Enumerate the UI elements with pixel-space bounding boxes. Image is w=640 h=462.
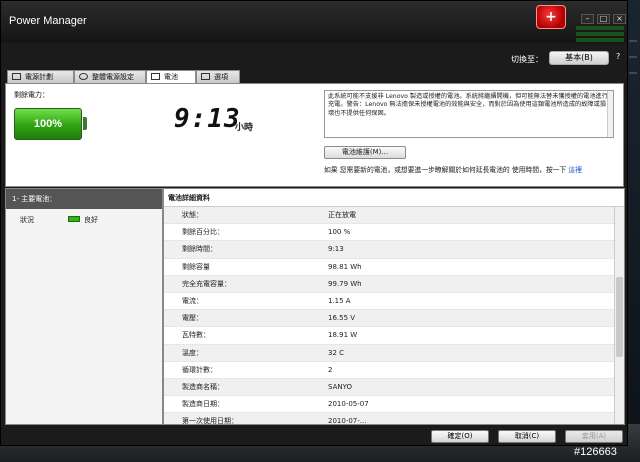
here-link[interactable]: 這裡	[568, 166, 582, 174]
detail-value: 2	[328, 365, 333, 374]
status-value: 良好	[84, 216, 98, 224]
table-row: 溫度： 32 C	[164, 344, 624, 362]
ok-button[interactable]: 確定(O)	[431, 430, 489, 443]
help-button[interactable]: ?	[616, 52, 625, 64]
tab-power-plan[interactable]: 電源計劃	[7, 70, 74, 83]
status-label: 狀況	[20, 216, 34, 224]
remaining-time: 9:13	[174, 104, 241, 134]
detail-value: 100 %	[328, 228, 351, 237]
minimize-icon[interactable]: –	[581, 14, 594, 24]
tab-global-power-settings[interactable]: 整體電源設定	[74, 70, 146, 83]
detail-key: 製造商名稱：	[182, 382, 224, 391]
tab-options[interactable]: 選項	[196, 70, 240, 83]
detail-key: 製造商日期：	[182, 400, 224, 409]
detail-key: 電流：	[182, 296, 203, 305]
table-row: 電壓： 16.55 V	[164, 310, 624, 328]
mode-switch-button[interactable]: 基本(B)	[549, 51, 609, 65]
detail-key: 狀態：	[182, 211, 203, 219]
battery-tip-icon	[83, 117, 87, 130]
detail-key: 溫度：	[182, 348, 203, 357]
details-rows: 狀態： 正在放電剩餘百分比： 100 % 剩餘時間： 9:13 剩餘容量 98.81 Wh 完…	[164, 207, 624, 425]
detail-value: 16.55 V	[328, 314, 356, 323]
battery-gauge-graphic	[576, 26, 624, 46]
maintenance-note: 如果 您需要新的電池，或想要進一步瞭解關於如何延長電池的 使用時間，按一下 這裡	[324, 166, 582, 174]
battery-logo-icon: +	[536, 5, 566, 29]
detail-value: 18.91 W	[328, 331, 358, 340]
detail-value: 2010-05-07	[328, 400, 369, 409]
detail-key: 瓦特數：	[182, 331, 210, 340]
primary-battery-header[interactable]: 1- 主要電池：	[6, 189, 162, 209]
desktop-background-right	[626, 0, 640, 462]
battery-plan-icon	[12, 73, 21, 80]
table-row: 剩餘百分比： 100 %	[164, 224, 624, 242]
battery-panel: 剩餘電力： 100% 9:13 小時 此系統可能不支援非 Lenovo 製造或授…	[5, 83, 624, 187]
table-row: 電流： 1.15 A	[164, 293, 624, 311]
table-row: 完全充電容量： 99.79 Wh	[164, 275, 624, 293]
detail-key: 電壓：	[182, 314, 203, 323]
notice-scrollbar[interactable]	[607, 91, 613, 137]
switch-label: 切換至：	[511, 55, 543, 64]
scroll-thumb[interactable]	[616, 277, 623, 357]
power-manager-window: Power Manager + – □ × 切換至： 基本(B) ? 電源計劃 …	[0, 0, 628, 446]
detail-value: 98.81 Wh	[328, 262, 362, 271]
battery-status-panel: 1- 主要電池： 狀況 良好	[5, 188, 163, 425]
cancel-button[interactable]: 取消(C)	[498, 430, 556, 443]
detail-key: 剩餘時間：	[182, 245, 217, 254]
detail-value: 1.15 A	[328, 296, 351, 305]
close-icon[interactable]: ×	[613, 14, 626, 24]
detail-value: 9:13	[328, 245, 344, 254]
remaining-time-unit: 小時	[235, 123, 254, 133]
dialog-footer: 確定(O) 取消(C) 套用(A)	[1, 425, 629, 447]
table-row: 瓦特數： 18.91 W	[164, 327, 624, 345]
detail-value: 正在放電	[328, 211, 356, 219]
battery-details-table: 電池詳細資料 狀態： 正在放電剩餘百分比： 100 % 剩餘時間： 9:13 剩餘容量 98…	[163, 188, 625, 425]
detail-key: 剩餘容量	[182, 262, 210, 271]
table-row: 循環計數： 2	[164, 362, 624, 379]
watermark: #126663	[574, 446, 617, 458]
table-row: 製造商名稱： SANYO	[164, 378, 624, 397]
battery-good-icon	[68, 216, 80, 222]
gear-icon	[79, 73, 88, 80]
maximize-icon[interactable]: □	[597, 14, 610, 24]
detail-key: 剩餘百分比：	[182, 228, 224, 237]
table-row: 剩餘容量 98.81 Wh	[164, 259, 624, 276]
apply-button[interactable]: 套用(A)	[565, 430, 623, 443]
detail-key: 完全充電容量：	[182, 279, 231, 288]
detail-key: 第一次使用日期：	[182, 417, 238, 425]
battery-icon	[151, 73, 160, 80]
remaining-power-label: 剩餘電力：	[14, 91, 49, 99]
title-bar[interactable]: Power Manager + – □ ×	[1, 1, 627, 43]
detail-key: 循環計數：	[182, 365, 217, 374]
table-row: 第一次使用日期： 2010-07-...	[164, 413, 624, 425]
detail-value: 99.79 Wh	[328, 279, 362, 288]
details-title: 電池詳細資料	[164, 189, 624, 207]
battery-notice-text[interactable]: 此系統可能不支援非 Lenovo 製造或授權的電池。系統將繼續開機，但可能無法替…	[324, 90, 614, 138]
table-row: 狀態： 正在放電	[164, 207, 624, 225]
tab-battery[interactable]: 電池	[146, 70, 196, 84]
detail-value: 2010-07-...	[328, 417, 367, 425]
battery-level-indicator: 100%	[14, 108, 82, 140]
table-row: 製造商日期： 2010-05-07	[164, 396, 624, 414]
window-title: Power Manager	[9, 15, 87, 27]
detail-value: SANYO	[328, 382, 353, 391]
table-row: 剩餘時間： 9:13	[164, 241, 624, 259]
battery-maintenance-button[interactable]: 電池維護(M)...	[324, 146, 406, 159]
details-scrollbar[interactable]	[614, 207, 624, 424]
checkbox-icon	[201, 73, 210, 80]
detail-value: 32 C	[328, 348, 345, 357]
